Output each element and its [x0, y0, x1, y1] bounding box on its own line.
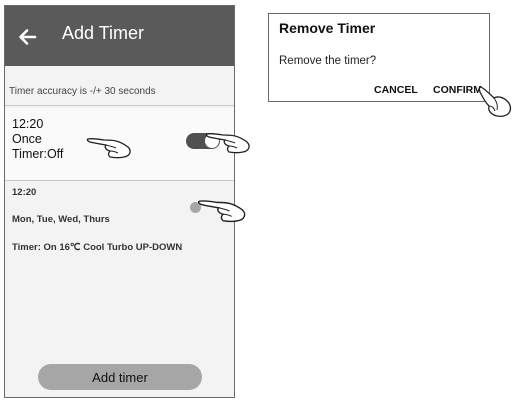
hand-pointer-icon [197, 200, 246, 223]
dialog-message: Remove the timer? [279, 55, 377, 67]
add-timer-button[interactable]: Add timer [38, 364, 202, 390]
hand-pointer-icon [86, 137, 131, 159]
page-title: Add Timer [62, 23, 145, 43]
timer-days: Mon, Tue, Wed, Thurs [12, 214, 110, 225]
app-header: Add Timer [5, 6, 234, 66]
timer-time: 12:20 [12, 187, 37, 198]
timer-time: 12:20 [12, 117, 44, 131]
timer-settings: Timer: On 16℃ Cool Turbo UP-DOWN [12, 242, 183, 253]
divider [5, 180, 234, 181]
hand-pointer-icon [478, 86, 512, 118]
divider [5, 105, 234, 106]
cancel-button[interactable]: CANCEL [374, 84, 418, 96]
remove-timer-dialog: Remove Timer Remove the timer? CANCEL CO… [268, 13, 490, 102]
timer-repeat: Once [12, 132, 42, 146]
hand-pointer-icon [205, 132, 250, 154]
confirm-button[interactable]: CONFIRM [433, 84, 482, 96]
timer-action: Timer:Off [12, 147, 64, 161]
dialog-title: Remove Timer [279, 20, 376, 36]
arrow-left-icon[interactable] [17, 27, 37, 47]
accuracy-note: Timer accuracy is -/+ 30 seconds [9, 86, 156, 97]
